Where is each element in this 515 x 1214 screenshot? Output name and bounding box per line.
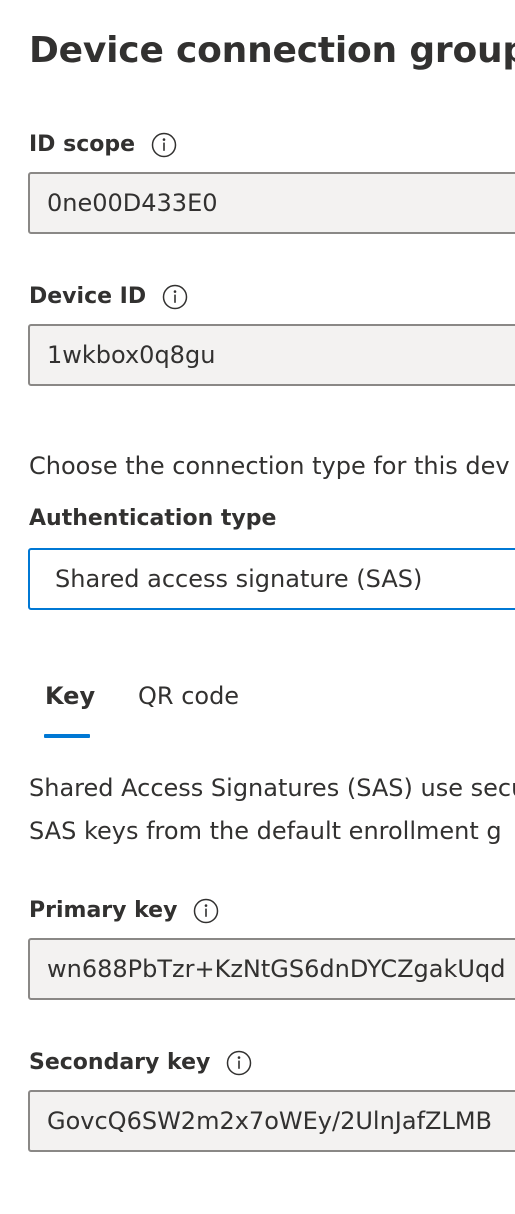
device-id-value: 1wkbox0q8gu bbox=[47, 341, 216, 369]
primary-key-label: Primary key bbox=[29, 897, 178, 923]
authentication-type-label: Authentication type bbox=[29, 506, 277, 531]
authentication-type-selected: Shared access signature (SAS) bbox=[55, 565, 423, 593]
secondary-key-field[interactable]: GovcQ6SW2m2x7oWEy/2UlnJafZLMB bbox=[28, 1090, 515, 1152]
sas-description-line-1: Shared Access Signatures (SAS) use secu bbox=[29, 774, 515, 802]
tab-qr-code[interactable]: QR code bbox=[138, 682, 239, 710]
tab-key[interactable]: Key bbox=[45, 682, 95, 710]
authentication-label-row: Authentication type bbox=[29, 506, 276, 531]
id-scope-value: 0ne00D433E0 bbox=[47, 189, 218, 217]
info-icon[interactable] bbox=[151, 132, 177, 158]
id-scope-label-row: ID scope bbox=[29, 130, 177, 158]
device-connection-panel: Device connection groups ID scope 0ne00D… bbox=[0, 0, 515, 1214]
page-title: Device connection groups bbox=[29, 30, 515, 71]
id-scope-field[interactable]: 0ne00D433E0 bbox=[28, 172, 515, 234]
id-scope-label: ID scope bbox=[29, 131, 136, 157]
primary-key-value: wn688PbTzr+KzNtGS6dnDYCZgakUqd bbox=[47, 955, 506, 983]
info-icon[interactable] bbox=[162, 284, 188, 310]
primary-key-field[interactable]: wn688PbTzr+KzNtGS6dnDYCZgakUqd bbox=[28, 938, 515, 1000]
tab-selected-indicator bbox=[44, 734, 90, 738]
device-id-field[interactable]: 1wkbox0q8gu bbox=[28, 324, 515, 386]
primary-key-label-row: Primary key bbox=[29, 896, 219, 924]
sas-description-line-2: SAS keys from the default enrollment g bbox=[29, 817, 502, 845]
info-icon[interactable] bbox=[226, 1050, 252, 1076]
secondary-key-value: GovcQ6SW2m2x7oWEy/2UlnJafZLMB bbox=[47, 1107, 492, 1135]
secondary-key-label: Secondary key bbox=[29, 1049, 211, 1075]
authentication-type-dropdown[interactable]: Shared access signature (SAS) bbox=[28, 548, 515, 610]
connection-description: Choose the connection type for this dev bbox=[29, 452, 510, 480]
device-id-label-row: Device ID bbox=[29, 282, 188, 310]
device-id-label: Device ID bbox=[29, 283, 147, 309]
info-icon[interactable] bbox=[193, 898, 219, 924]
secondary-key-label-row: Secondary key bbox=[29, 1048, 252, 1076]
